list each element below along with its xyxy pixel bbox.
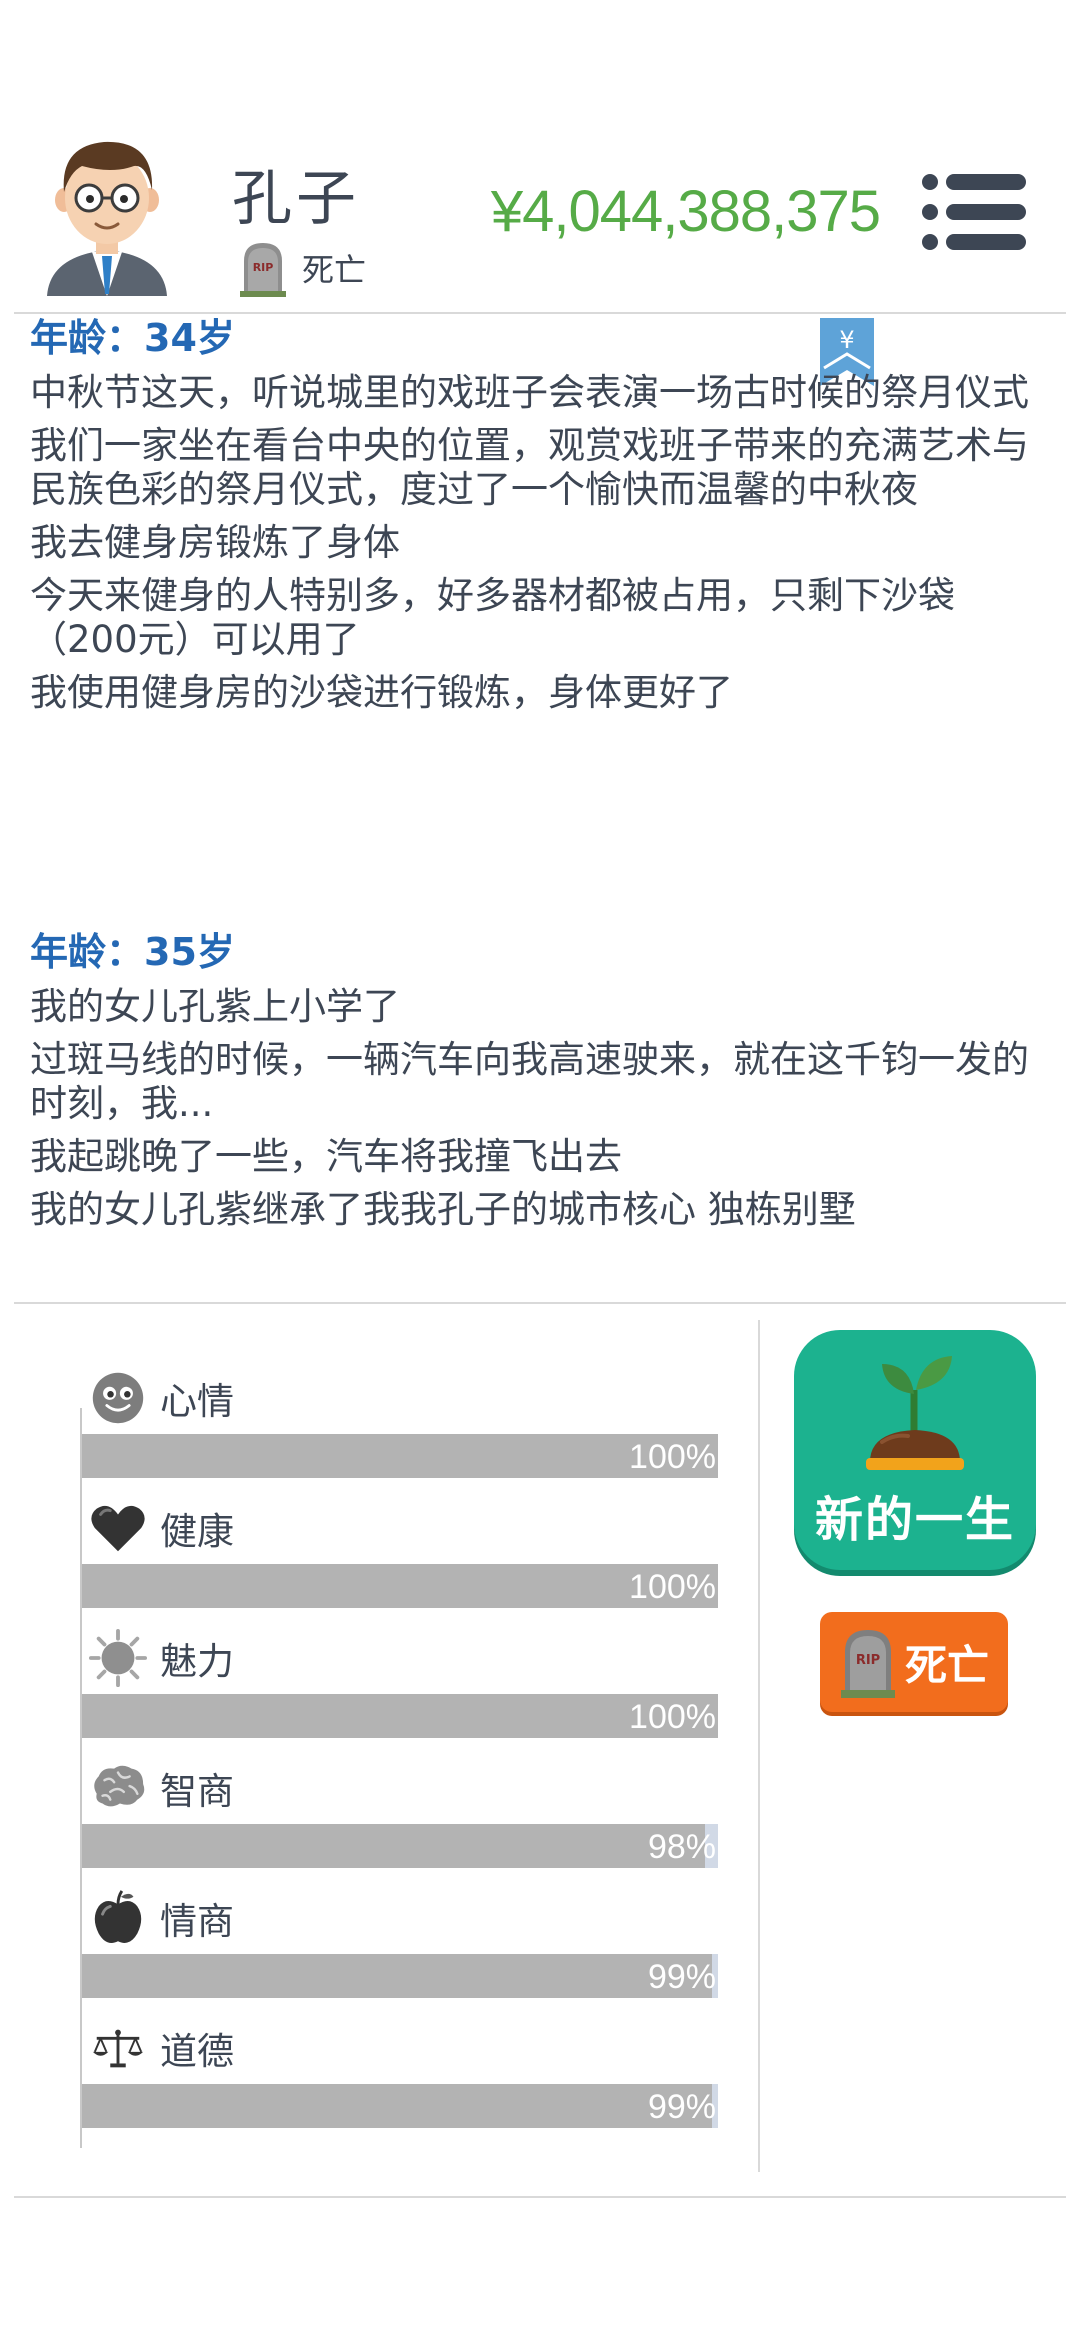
sun-icon [88,1628,148,1688]
log-entry: 我使用健身房的沙袋进行锻炼，身体更好了 [30,671,733,714]
sprout-icon [866,1356,964,1470]
stat-value: 98% [647,1828,716,1866]
svg-text:RIP: RIP [856,1653,880,1668]
stat-bar: 100% [82,1564,718,1608]
stat-mood: 心情 100% [80,1356,720,1486]
bottom-divider [14,2196,1066,2198]
status-text: 死亡 [302,251,367,289]
stat-bar: 98% [82,1824,718,1868]
svg-text:RIP: RIP [253,261,274,274]
death-button[interactable]: RIP 死亡 [820,1612,1008,1712]
menu-list-icon[interactable] [922,172,1028,252]
apple-icon [88,1888,148,1948]
log-entry: 中秋节这天，听说城里的戏班子会表演一场古时候的祭月仪式 [30,371,1029,414]
log-entry: 我们一家坐在看台中央的位置，观赏戏班子带来的充满艺术与民族色彩的祭月仪式，度过了… [30,424,1029,511]
stat-health: 健康 100% [80,1486,720,1616]
scales-icon [88,2018,148,2078]
stat-bar: 100% [82,1694,718,1738]
stat-label: 情商 [160,1900,234,1943]
stat-value: 99% [647,2088,716,2126]
stat-bar-fill [82,1564,718,1608]
log-entry: 我的女儿孔紫继承了我我孔子的城市核心 独栋别墅 [30,1188,856,1231]
log-entry: 过斑马线的时候，一辆汽车向我高速驶来，就在这千钧一发的时刻，我... [30,1038,1029,1125]
stat-eq: 情商 99% [80,1876,720,2006]
log-entry: 我起跳晚了一些，汽车将我撞飞出去 [30,1135,622,1178]
log-entry: 今天来健身的人特别多，好多器材都被占用，只剩下沙袋（200元）可以用了 [30,574,955,661]
stat-iq: 智商 98% [80,1746,720,1876]
age-heading: 年龄：35岁 [30,930,235,974]
stat-bar-fill [82,1434,718,1478]
stat-value: 100% [629,1568,716,1606]
stat-bar-fill [82,1694,718,1738]
log-entry: 我的女儿孔紫上小学了 [30,985,400,1028]
smiley-face-icon [88,1368,148,1428]
stat-label: 健康 [160,1510,234,1553]
panel-divider [758,1320,760,2172]
stat-bar: 99% [82,1954,718,1998]
businessman-avatar-icon[interactable] [42,128,172,298]
stat-morality: 道德 99% [80,2006,720,2136]
stat-bar-fill [82,2084,712,2128]
new-life-label: 新的一生 [814,1492,1015,1548]
life-log-age-35[interactable]: 年龄：35岁 我的女儿孔紫上小学了 过斑马线的时候，一辆汽车向我高速驶来，就在这… [30,928,1040,1232]
stat-bar-fill [82,1824,706,1868]
stat-bar-fill [82,1954,712,1998]
attribute-stats-panel: 心情 100% 健康 100% 魅力 100% 智商 98% 情商 99% 道德… [80,1356,720,2136]
brain-icon [88,1758,148,1818]
stat-bar: 100% [82,1434,718,1478]
character-name: 孔子 [232,164,360,234]
tombstone-rip-icon: RIP [840,1630,895,1698]
stat-label: 道德 [160,2030,234,2073]
life-log-age-34[interactable]: 年龄：34岁 中秋节这天，听说城里的戏班子会表演一场古时候的祭月仪式 我们一家坐… [30,314,1040,715]
stat-value: 100% [629,1698,716,1736]
stat-label: 魅力 [160,1640,234,1683]
stat-label: 心情 [160,1380,234,1423]
stat-label: 智商 [160,1770,234,1813]
money-balance: ¥4,044,388,375 [490,179,881,244]
section-divider [14,1302,1066,1304]
log-entry: 我去健身房锻炼了身体 [30,521,400,564]
tombstone-rip-icon: RIP [240,243,286,297]
profile-header: 孔子 RIP 死亡 ¥4,044,388,375 [0,0,1080,314]
death-label: 死亡 [904,1640,989,1690]
stat-value: 100% [629,1438,716,1476]
life-status: RIP 死亡 [238,238,366,298]
age-heading: 年龄：34岁 [30,316,235,360]
stat-charm: 魅力 100% [80,1616,720,1746]
stat-bar: 99% [82,2084,718,2128]
heart-icon [88,1498,148,1558]
stat-value: 99% [647,1958,716,1996]
new-life-button[interactable]: 新的一生 [794,1330,1036,1570]
